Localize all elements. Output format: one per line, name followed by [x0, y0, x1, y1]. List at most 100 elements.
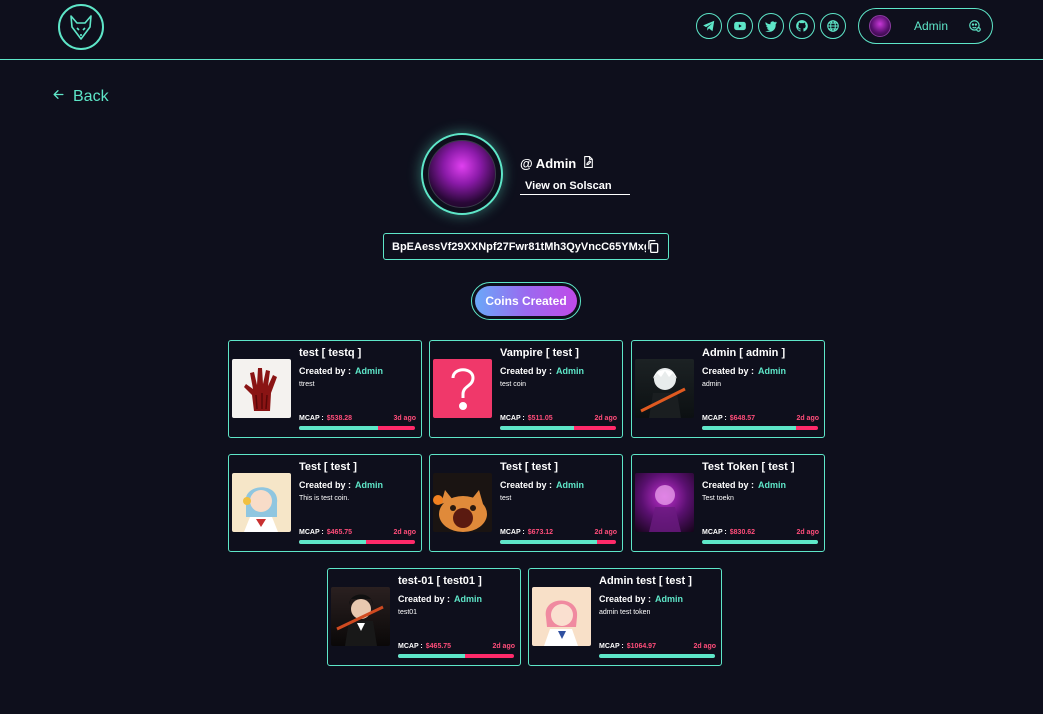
coin-image — [635, 359, 694, 418]
coin-created-by: Created by : Admin — [702, 480, 786, 490]
progress-fill — [500, 426, 575, 430]
coin-market-cap: MCAP : $465.75 — [299, 529, 352, 536]
copy-icon[interactable] — [646, 239, 660, 254]
profile-username: @ Admin — [520, 156, 577, 171]
coin-title: test [ testq ] — [299, 347, 362, 359]
mcap-value: $1064.97 — [626, 643, 656, 650]
created-by-label: Created by : — [702, 480, 755, 490]
coin-card[interactable]: Test [ test ] Created by : Admin This is … — [228, 454, 422, 552]
coin-title: Test [ test ] — [299, 461, 357, 473]
coin-description: This is test coin. — [299, 495, 350, 502]
view-on-solscan-link[interactable]: View on Solscan — [520, 180, 630, 195]
profile-name: @ Admin — [520, 155, 595, 172]
profile-avatar — [421, 133, 503, 215]
coin-market-cap: MCAP : $830.62 — [702, 529, 755, 536]
created-by-label: Created by : — [299, 480, 352, 490]
progress-fill — [299, 540, 367, 544]
coin-card[interactable]: Admin [ admin ] Created by : Admin admin … — [631, 340, 825, 438]
profile-settings-icon[interactable] — [968, 19, 982, 33]
mcap-label: MCAP : — [599, 643, 624, 650]
back-button[interactable]: Back — [52, 88, 109, 106]
progress-fill — [599, 654, 715, 658]
coin-image — [532, 587, 591, 646]
coin-age: 2d ago — [796, 415, 819, 422]
coin-card[interactable]: Vampire [ test ] Created by : Admin test … — [429, 340, 623, 438]
github-icon[interactable] — [789, 13, 815, 39]
mcap-value: $465.75 — [425, 643, 452, 650]
mcap-label: MCAP : — [702, 529, 727, 536]
user-menu[interactable]: Admin — [858, 8, 993, 44]
bonding-progress-bar — [702, 540, 818, 544]
progress-fill — [398, 654, 466, 658]
coin-created-by: Created by : Admin — [299, 366, 383, 376]
wallet-address-box: BpEAessVf29XXNpf27Fwr81tMh3QyVncC65YMxg.… — [383, 233, 669, 260]
coin-card[interactable]: test-01 [ test01 ] Created by : Admin tes… — [327, 568, 521, 666]
creator-link[interactable]: Admin — [758, 366, 786, 376]
coin-description: test coin — [500, 381, 527, 388]
coin-description: test — [500, 495, 512, 502]
created-by-label: Created by : — [702, 366, 755, 376]
tab-coins-created[interactable]: Coins Created — [471, 282, 581, 320]
creator-link[interactable]: Admin — [355, 480, 383, 490]
globe-icon[interactable] — [820, 13, 846, 39]
bonding-progress-bar — [500, 540, 616, 544]
creator-link[interactable]: Admin — [454, 594, 482, 604]
youtube-icon[interactable] — [727, 13, 753, 39]
coin-age: 2d ago — [693, 643, 716, 650]
coin-description: admin test token — [599, 609, 651, 616]
coin-market-cap: MCAP : $648.57 — [702, 415, 755, 422]
mcap-label: MCAP : — [398, 643, 423, 650]
fox-logo-icon[interactable] — [58, 4, 104, 50]
user-name: Admin — [914, 19, 949, 33]
creator-link[interactable]: Admin — [758, 480, 786, 490]
coin-image — [433, 359, 492, 418]
created-by-label: Created by : — [299, 366, 352, 376]
profile-avatar-image — [428, 140, 496, 208]
coin-card[interactable]: Test [ test ] Created by : Admin test MCA… — [429, 454, 623, 552]
coin-created-by: Created by : Admin — [398, 594, 482, 604]
progress-fill — [299, 426, 378, 430]
coin-created-by: Created by : Admin — [500, 480, 584, 490]
twitter-icon[interactable] — [758, 13, 784, 39]
coin-card[interactable]: Test Token [ test ] Created by : Admin Te… — [631, 454, 825, 552]
mcap-value: $648.57 — [729, 415, 756, 422]
creator-link[interactable]: Admin — [655, 594, 683, 604]
creator-link[interactable]: Admin — [355, 366, 383, 376]
coin-created-by: Created by : Admin — [599, 594, 683, 604]
mcap-label: MCAP : — [299, 529, 324, 536]
created-by-label: Created by : — [599, 594, 652, 604]
bonding-progress-bar — [398, 654, 514, 658]
coin-card[interactable]: Admin test [ test ] Created by : Admin ad… — [528, 568, 722, 666]
coin-image — [232, 359, 291, 418]
mcap-value: $511.05 — [527, 415, 553, 422]
coin-card[interactable]: test [ testq ] Created by : Admin ttrest … — [228, 340, 422, 438]
coin-market-cap: MCAP : $1064.97 — [599, 643, 656, 650]
mcap-label: MCAP : — [702, 415, 727, 422]
telegram-icon[interactable] — [696, 13, 722, 39]
avatar — [869, 15, 891, 37]
mcap-value: $830.62 — [729, 529, 756, 536]
bonding-progress-bar — [299, 540, 415, 544]
coin-market-cap: MCAP : $673.12 — [500, 529, 553, 536]
coin-description: Test toekn — [702, 495, 734, 502]
mcap-value: $673.12 — [527, 529, 554, 536]
coin-description: admin — [702, 381, 722, 388]
bonding-progress-bar — [500, 426, 616, 430]
coin-image — [232, 473, 291, 532]
mcap-label: MCAP : — [500, 415, 525, 422]
creator-link[interactable]: Admin — [556, 480, 584, 490]
coin-image — [635, 473, 694, 532]
created-by-label: Created by : — [500, 366, 553, 376]
arrow-left-icon — [52, 88, 65, 106]
coin-image — [331, 587, 390, 646]
creator-link[interactable]: Admin — [556, 366, 584, 376]
coin-created-by: Created by : Admin — [299, 480, 383, 490]
coin-age: 2d ago — [393, 529, 416, 536]
bonding-progress-bar — [299, 426, 415, 430]
top-bar: Admin — [0, 0, 1043, 60]
progress-fill — [702, 540, 818, 544]
edit-icon[interactable] — [582, 155, 595, 172]
coin-created-by: Created by : Admin — [702, 366, 786, 376]
progress-fill — [500, 540, 598, 544]
coin-age: 3d ago — [393, 415, 416, 422]
